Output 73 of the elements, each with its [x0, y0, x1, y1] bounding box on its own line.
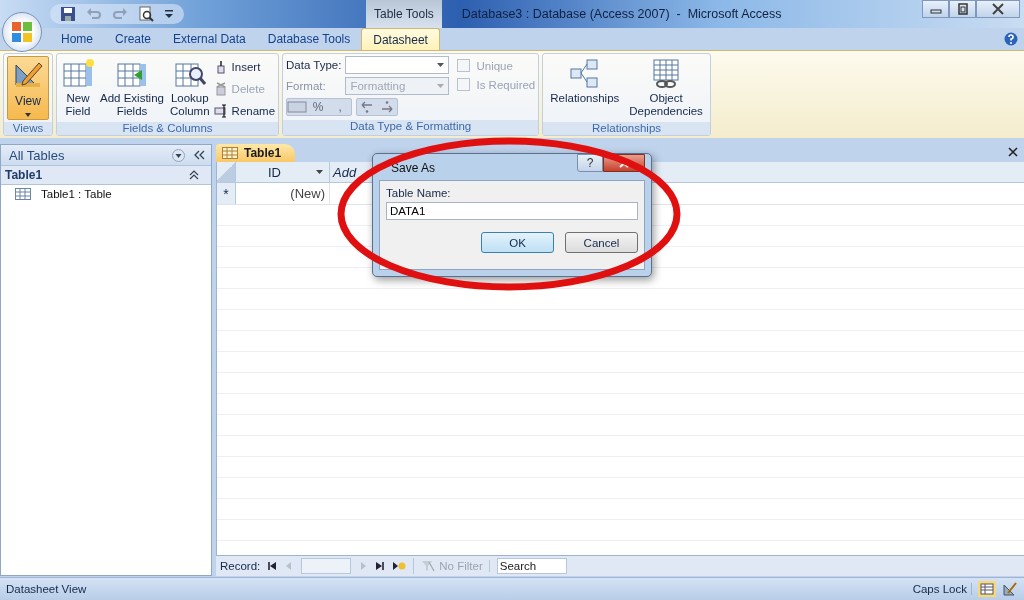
print-preview-icon[interactable] [138, 6, 154, 22]
new-record-icon[interactable] [392, 561, 407, 571]
minimize-button[interactable] [922, 0, 949, 18]
ribbon-button[interactable]: Insert [213, 58, 276, 76]
restore-icon [956, 3, 969, 15]
ribbon-button[interactable]: Add Existing Fields [98, 56, 166, 120]
group-label: Relationships [543, 122, 710, 135]
ribbon-button[interactable]: Object Dependencies [625, 56, 707, 120]
ribbon-button[interactable]: Lookup Column [167, 56, 212, 120]
help-button[interactable]: ? [577, 154, 603, 172]
dialog-button[interactable]: Cancel [565, 232, 638, 253]
arrow-right-icon [381, 101, 394, 113]
table-icon [15, 188, 31, 200]
ribbon-button[interactable]: Rename [213, 102, 276, 120]
field-label: Data Type: [286, 59, 342, 71]
ribbon-button[interactable]: New Field [60, 56, 96, 120]
number-format-button[interactable]: % [307, 99, 330, 115]
column-header[interactable]: ID [236, 162, 330, 182]
group-label: Fields & Columns [57, 122, 279, 135]
office-button[interactable] [2, 12, 42, 52]
customize-icon[interactable] [164, 8, 174, 20]
ribbon-tab[interactable]: Datasheet [361, 28, 440, 50]
caret-icon [437, 63, 445, 67]
ribbon-button[interactable]: Relationships [546, 56, 624, 107]
ribbon-tab[interactable]: Home [50, 28, 104, 50]
last-record-icon[interactable] [375, 561, 386, 571]
search-field[interactable]: Search [496, 558, 567, 574]
field-label: Format: [286, 80, 327, 92]
record-label: Record: [220, 560, 261, 572]
caret-icon [316, 170, 323, 174]
design-view-icon[interactable] [1002, 581, 1018, 597]
field-label: Table Name: [386, 187, 452, 199]
logo-icon [9, 19, 35, 45]
number-format-button[interactable]: , [329, 99, 352, 115]
ribbon-tab[interactable]: Database Tools [256, 28, 362, 50]
ribbon-tab[interactable]: External Data [162, 28, 257, 50]
related-tables-icon [568, 58, 601, 90]
close-icon [991, 3, 1005, 15]
help-icon[interactable] [1004, 32, 1018, 46]
arrow-left-icon [361, 101, 374, 113]
ribbon-tab[interactable]: Create [104, 28, 163, 50]
status-text: Datasheet View [6, 583, 87, 595]
first-record-icon[interactable] [267, 561, 278, 571]
delete-icon [213, 82, 228, 96]
table-icon [62, 58, 94, 90]
collapse-pane-icon[interactable] [193, 150, 205, 160]
dialog-title: Save As [390, 160, 436, 175]
datasheet-view-icon[interactable] [978, 581, 996, 597]
caret-icon [437, 84, 445, 88]
group-label: Data Type & Formatting [283, 120, 539, 135]
document-tab[interactable]: Table1 [216, 144, 296, 162]
column-header[interactable]: Add [330, 162, 357, 182]
dropdown-icon[interactable] [172, 148, 185, 162]
view-button[interactable]: View [7, 56, 49, 120]
restore-button[interactable] [949, 0, 976, 18]
rename-icon [213, 104, 228, 118]
window-title: Database3 : Database (Access 2007) - Microsoft Access [461, 7, 783, 21]
record-number-field[interactable] [301, 558, 352, 574]
save-icon[interactable] [60, 6, 76, 22]
row-selector[interactable]: * [217, 183, 236, 204]
collapse-group-icon[interactable] [189, 170, 199, 180]
caret-icon [25, 113, 31, 117]
close-icon[interactable] [1008, 147, 1018, 157]
dialog-button[interactable]: OK [481, 232, 554, 253]
table-cell[interactable]: (New) [236, 183, 330, 204]
table-icon [222, 147, 238, 159]
context-tab-group: Table Tools [366, 0, 442, 28]
close-button[interactable] [976, 0, 1020, 18]
table-name-field[interactable]: DATA1 [386, 202, 638, 220]
group-label: Views [4, 122, 52, 135]
caps-lock-indicator: Caps Lock [912, 583, 972, 595]
funnel-icon [421, 560, 436, 572]
table-item[interactable]: Table1 : Table [1, 185, 211, 203]
